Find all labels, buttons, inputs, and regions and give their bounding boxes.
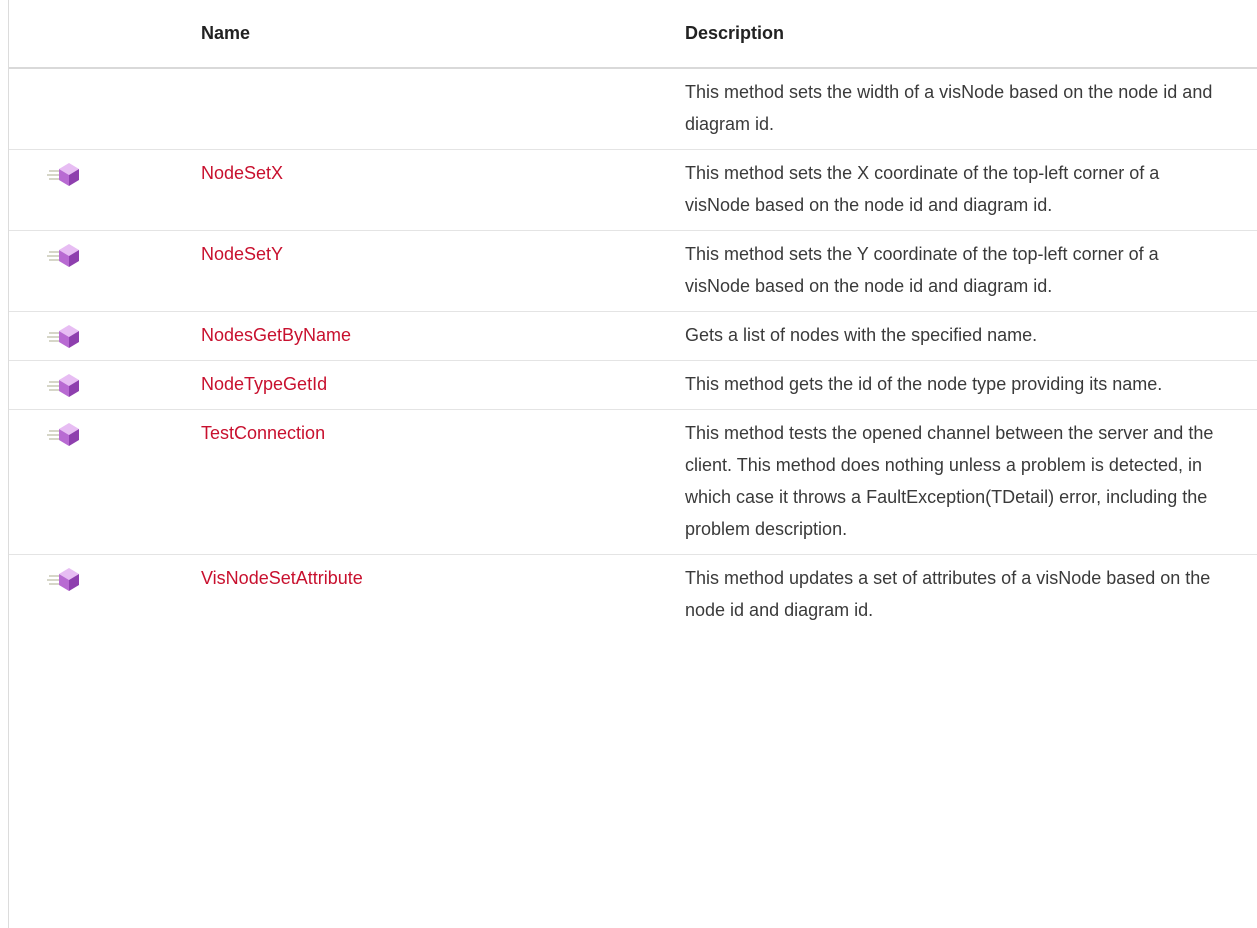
name-column-header: Name — [190, 0, 675, 69]
method-description: This method sets the Y coordinate of the… — [675, 230, 1257, 312]
table-row: NodeSetY This method sets the Y coordina… — [9, 230, 1257, 312]
public-method-icon — [47, 160, 81, 188]
table-header-row: Name Description — [9, 0, 1257, 69]
public-method-icon — [47, 322, 81, 350]
method-link[interactable]: NodesGetByName — [201, 325, 351, 345]
table-row: NodesGetByName Gets a list of nodes with… — [9, 311, 1257, 361]
row-icon-cell — [9, 68, 190, 150]
method-description: This method gets the id of the node type… — [675, 360, 1257, 410]
row-name-cell: NodeSetY — [190, 230, 675, 312]
row-icon-cell — [9, 230, 190, 312]
row-icon-cell — [9, 149, 190, 231]
table-row: This method sets the width of a visNode … — [9, 68, 1257, 150]
table-row: TestConnection This method tests the ope… — [9, 409, 1257, 555]
description-column-header: Description — [675, 0, 1257, 69]
method-description: This method tests the opened channel bet… — [675, 409, 1257, 555]
methods-table: Name Description This method sets the wi… — [9, 0, 1257, 635]
table-row: NodeSetX This method sets the X coordina… — [9, 149, 1257, 231]
row-icon-cell — [9, 311, 190, 361]
public-method-icon — [47, 371, 81, 399]
method-description: Gets a list of nodes with the specified … — [675, 311, 1257, 361]
method-link[interactable]: TestConnection — [201, 423, 325, 443]
row-name-cell: TestConnection — [190, 409, 675, 555]
method-link[interactable]: NodeTypeGetId — [201, 374, 327, 394]
public-method-icon — [47, 565, 81, 593]
table-row: NodeTypeGetId This method gets the id of… — [9, 360, 1257, 410]
method-link[interactable]: NodeSetY — [201, 244, 283, 264]
public-method-icon — [47, 420, 81, 448]
row-name-cell: NodeTypeGetId — [190, 360, 675, 410]
row-name-cell: NodeSetX — [190, 149, 675, 231]
row-name-cell: NodesGetByName — [190, 311, 675, 361]
table-row: VisNodeSetAttribute This method updates … — [9, 555, 1257, 636]
method-description: This method sets the X coordinate of the… — [675, 149, 1257, 231]
row-icon-cell — [9, 409, 190, 555]
method-link[interactable]: VisNodeSetAttribute — [201, 568, 363, 588]
row-name-cell: VisNodeSetAttribute — [190, 555, 675, 636]
public-method-icon — [47, 241, 81, 269]
icon-column-header — [9, 0, 190, 69]
row-icon-cell — [9, 555, 190, 636]
method-link[interactable]: NodeSetX — [201, 163, 283, 183]
method-description: This method updates a set of attributes … — [685, 568, 1211, 620]
row-name-cell — [190, 68, 675, 150]
row-icon-cell — [9, 360, 190, 410]
method-description: This method sets the width of a visNode … — [675, 68, 1257, 150]
